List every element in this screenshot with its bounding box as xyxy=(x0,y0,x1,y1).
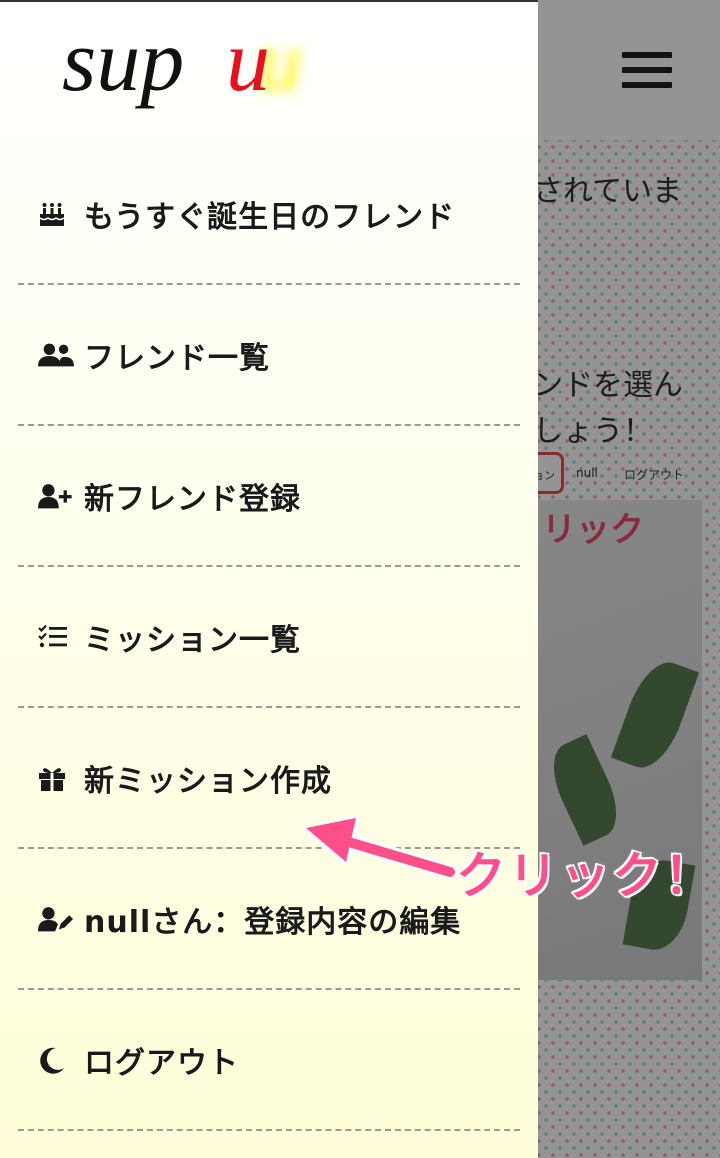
menu-item-label: ログアウト xyxy=(84,1045,239,1081)
menu-item-logout[interactable]: ログアウト xyxy=(18,990,520,1131)
birthday-cake-icon xyxy=(38,199,74,229)
menu-item-label: 新フレンド登録 xyxy=(84,481,301,517)
users-icon xyxy=(38,340,74,370)
user-edit-icon xyxy=(38,904,74,934)
menu-item-new-friend[interactable]: 新フレンド登録 xyxy=(18,426,520,567)
drawer-menu: もうすぐ誕生日のフレンド フレンド一覧 新フレンド登録 ミッション一覧 新ミッシ… xyxy=(0,144,538,1131)
tasks-icon xyxy=(38,622,74,652)
gift-icon xyxy=(38,763,74,793)
side-drawer: u sup u もうすぐ誕生日のフレンド フレンド一覧 新フレンド登録 ミッショ… xyxy=(0,0,538,1158)
supu-logo[interactable]: u sup u xyxy=(60,16,320,136)
menu-item-label: ミッション一覧 xyxy=(84,622,301,658)
menu-item-label: 新ミッション作成 xyxy=(84,763,332,799)
menu-item-upcoming-birthdays[interactable]: もうすぐ誕生日のフレンド xyxy=(18,144,520,285)
logo-highlight-letter: u xyxy=(226,16,270,110)
menu-item-label: もうすぐ誕生日のフレンド xyxy=(84,199,456,235)
user-plus-icon xyxy=(38,481,74,511)
menu-item-label: フレンド一覧 xyxy=(84,340,270,376)
logo-text: sup xyxy=(62,16,184,110)
annotation-arrow-icon xyxy=(300,814,458,880)
menu-item-friend-list[interactable]: フレンド一覧 xyxy=(18,285,520,426)
menu-item-mission-list[interactable]: ミッション一覧 xyxy=(18,567,520,708)
menu-item-label: nullさん：登録内容の編集 xyxy=(84,904,462,940)
annotation-click-label: クリック！ xyxy=(455,846,716,907)
moon-icon xyxy=(38,1045,74,1075)
